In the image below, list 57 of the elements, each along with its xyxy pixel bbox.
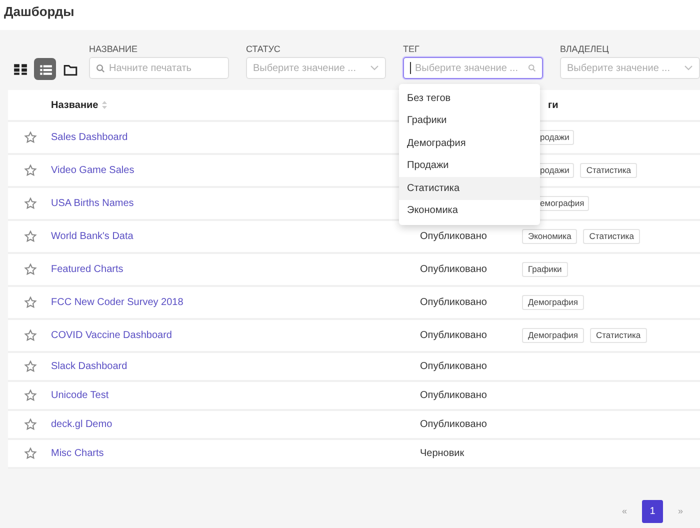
- filter-label: НАЗВАНИЕ: [89, 43, 139, 56]
- filter-label: ТЕГ: [403, 43, 420, 56]
- dashboard-link[interactable]: Slack Dashboard: [51, 361, 128, 372]
- list-view-icon[interactable]: [34, 58, 56, 80]
- search-icon: [528, 64, 536, 72]
- status-text: Опубликовано: [420, 361, 487, 372]
- column-header: Название: [51, 98, 98, 112]
- search-icon: [96, 64, 105, 72]
- dashboard-link[interactable]: Video Game Sales: [51, 165, 134, 176]
- star-icon[interactable]: [24, 230, 38, 243]
- star-icon[interactable]: [24, 164, 38, 177]
- star-icon[interactable]: [24, 360, 38, 373]
- sort-icon: [102, 101, 108, 109]
- status-text: Черновик: [420, 448, 464, 459]
- dashboard-link[interactable]: USA Births Names: [51, 198, 134, 209]
- chevron-icon: [684, 65, 693, 71]
- star-icon[interactable]: [24, 263, 38, 276]
- dashboard-link[interactable]: deck.gl Demo: [51, 419, 112, 430]
- star-icon[interactable]: [24, 329, 38, 342]
- tag-chip: Демография: [522, 295, 584, 310]
- dropdown-option[interactable]: Демография: [399, 132, 540, 154]
- status-text: Опубликовано: [420, 264, 487, 275]
- dropdown-option[interactable]: Продажи: [399, 154, 540, 177]
- tag-chip: Графики: [522, 262, 568, 277]
- tag-chip: Экономика: [522, 229, 578, 244]
- filter-label: СТАТУС: [246, 43, 282, 56]
- dashboard-link[interactable]: FCC New Coder Survey 2018: [51, 297, 184, 308]
- chevron-icon: [370, 65, 379, 71]
- page-button[interactable]: 1: [642, 500, 663, 523]
- dashboard-link[interactable]: Sales Dashboard: [51, 132, 128, 143]
- status-text: Опубликовано: [420, 231, 487, 242]
- dropdown-option[interactable]: Экономика: [399, 200, 540, 222]
- column-header: ги: [548, 98, 558, 112]
- status-text: Опубликовано: [420, 390, 487, 401]
- status-text: Опубликовано: [420, 297, 487, 308]
- star-icon[interactable]: [24, 197, 38, 210]
- star-icon[interactable]: [24, 296, 38, 309]
- star-icon[interactable]: [24, 447, 38, 460]
- dashboard-link[interactable]: COVID Vaccine Dashboard: [51, 330, 172, 341]
- tag-chip: Демография: [522, 328, 584, 343]
- filter-label: ВЛАДЕЛЕЦ: [560, 43, 610, 56]
- dashboard-link[interactable]: Misc Charts: [51, 448, 104, 459]
- page-title: Дашборды: [3, 3, 76, 21]
- tag-chip: Статистика: [580, 163, 638, 178]
- dropdown-option[interactable]: Без тегов: [399, 87, 540, 110]
- dashboard-link[interactable]: Unicode Test: [51, 390, 109, 401]
- status-text: Опубликовано: [420, 419, 487, 430]
- status-text: Опубликовано: [420, 330, 487, 341]
- tag-chip: Статистика: [590, 328, 647, 343]
- dropdown-option[interactable]: Статистика: [399, 177, 540, 200]
- dashboard-link[interactable]: Featured Charts: [51, 264, 124, 275]
- dropdown-option[interactable]: Графики: [399, 110, 540, 132]
- star-icon[interactable]: [24, 418, 38, 431]
- dashboard-link[interactable]: World Bank's Data: [51, 231, 134, 242]
- star-icon[interactable]: [24, 389, 38, 402]
- tag-chip: Статистика: [583, 229, 640, 244]
- star-icon[interactable]: [24, 131, 38, 144]
